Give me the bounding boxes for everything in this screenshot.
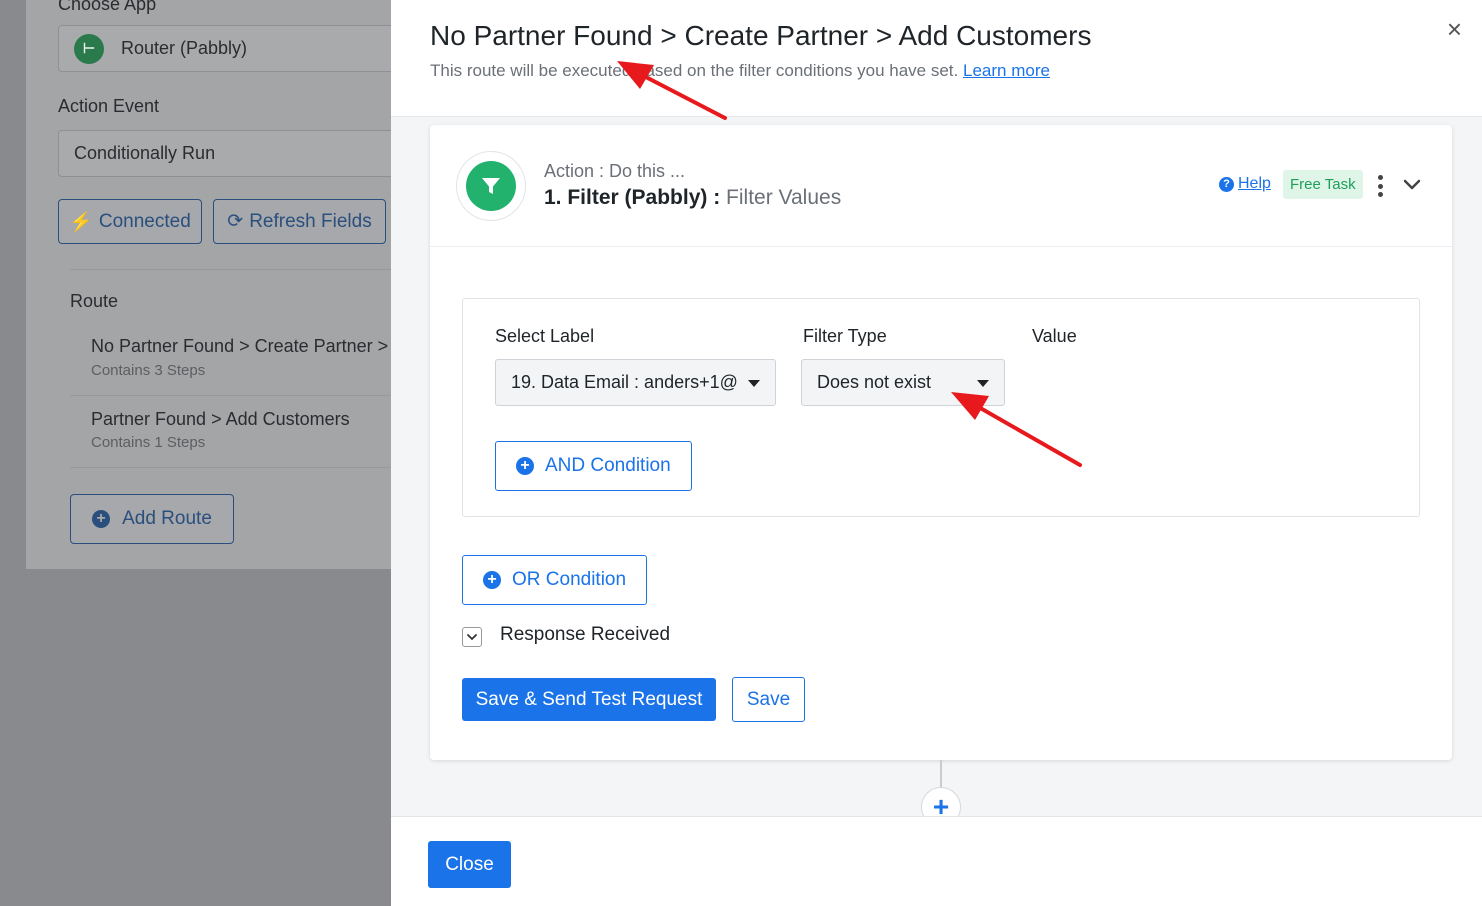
divider (70, 395, 406, 396)
learn-more-link[interactable]: Learn more (963, 61, 1050, 80)
select-label-dropdown[interactable]: 19. Data Email : anders+1@ (495, 359, 776, 406)
modal-header: No Partner Found > Create Partner > Add … (391, 0, 1482, 117)
divider (70, 467, 406, 468)
connected-button[interactable]: ⚡ Connected (58, 199, 202, 244)
and-condition-button[interactable]: + AND Condition (495, 441, 692, 491)
save-button[interactable]: Save (732, 677, 805, 722)
plus-circle-icon: + (516, 457, 534, 475)
condition-group: Select Label Filter Type Value 19. Data … (462, 298, 1420, 517)
subtitle-text: This route will be executed based on the… (430, 61, 959, 80)
connected-button-label: Connected (98, 210, 191, 232)
close-icon[interactable]: × (1447, 16, 1462, 42)
value-heading: Value (1032, 326, 1077, 346)
add-route-label: Add Route (122, 508, 212, 529)
free-task-badge: Free Task (1283, 170, 1363, 199)
caret-down-icon (977, 380, 989, 387)
divider (70, 269, 406, 270)
background-panel (26, 0, 406, 569)
and-condition-label: AND Condition (545, 455, 671, 476)
help-link[interactable]: ? Help (1219, 175, 1271, 193)
select-label-heading: Select Label (495, 326, 595, 346)
step-name: 1. Filter (Pabbly) : Filter Values (544, 186, 841, 210)
modal-footer: Close (391, 816, 1482, 906)
step-card-header: Action : Do this ... 1. Filter (Pabbly) … (430, 125, 1452, 247)
plus-circle-icon: + (483, 571, 501, 589)
refresh-fields-button[interactable]: ⟳ Refresh Fields (213, 199, 386, 244)
step-logo-ring (456, 151, 526, 221)
chevron-down-icon[interactable] (1400, 173, 1424, 197)
route-item-steps: Contains 1 Steps (91, 434, 206, 451)
filter-type-heading: Filter Type (803, 326, 887, 346)
plus-circle-icon: + (92, 510, 111, 528)
more-options-icon[interactable] (1376, 175, 1384, 197)
select-label-value: 19. Data Email : anders+1@ (511, 372, 738, 392)
modal-title: No Partner Found > Create Partner > Add … (430, 20, 1092, 51)
response-toggle[interactable] (462, 627, 482, 647)
caret-down-icon (748, 380, 760, 387)
router-app-icon: ⊢ (74, 33, 104, 64)
question-icon: ? (1219, 176, 1234, 192)
help-label: Help (1238, 175, 1271, 192)
save-send-test-button[interactable]: Save & Send Test Request (462, 678, 716, 721)
refresh-icon: ⟳ (227, 211, 244, 232)
action-event-label: Action Event (58, 96, 160, 116)
filter-type-dropdown[interactable]: Does not exist (801, 359, 1005, 406)
filter-type-value: Does not exist (817, 372, 932, 392)
or-condition-label: OR Condition (512, 569, 627, 590)
plug-icon: ⚡ (69, 211, 93, 233)
chevron-down-icon (467, 634, 477, 641)
action-label: Action : Do this ... (544, 161, 686, 181)
choose-app-label: Choose App (58, 0, 157, 14)
choose-app-select[interactable]: ⊢ Router (Pabbly) (58, 25, 406, 72)
close-button[interactable]: Close (428, 841, 511, 888)
modal-subtitle: This route will be executed based on the… (430, 61, 1050, 81)
refresh-button-label: Refresh Fields (249, 210, 372, 232)
route-item-title[interactable]: Partner Found > Add Customers (91, 409, 350, 430)
filter-icon (466, 161, 516, 211)
action-event-value: Conditionally Run (74, 143, 216, 163)
step-app-name: 1. Filter (Pabbly) : (544, 186, 721, 209)
or-condition-button[interactable]: + OR Condition (462, 555, 648, 605)
app-name: Router (Pabbly) (121, 38, 248, 58)
step-card: Action : Do this ... 1. Filter (Pabbly) … (430, 125, 1452, 760)
step-event-name: Filter Values (726, 186, 842, 209)
add-route-button[interactable]: + Add Route (70, 494, 234, 544)
route-item-steps: Contains 3 Steps (91, 362, 206, 379)
action-event-select[interactable]: Conditionally Run (58, 130, 406, 177)
route-modal: No Partner Found > Create Partner > Add … (391, 0, 1482, 906)
response-received-label: Response Received (500, 624, 671, 645)
route-heading: Route (70, 291, 119, 311)
